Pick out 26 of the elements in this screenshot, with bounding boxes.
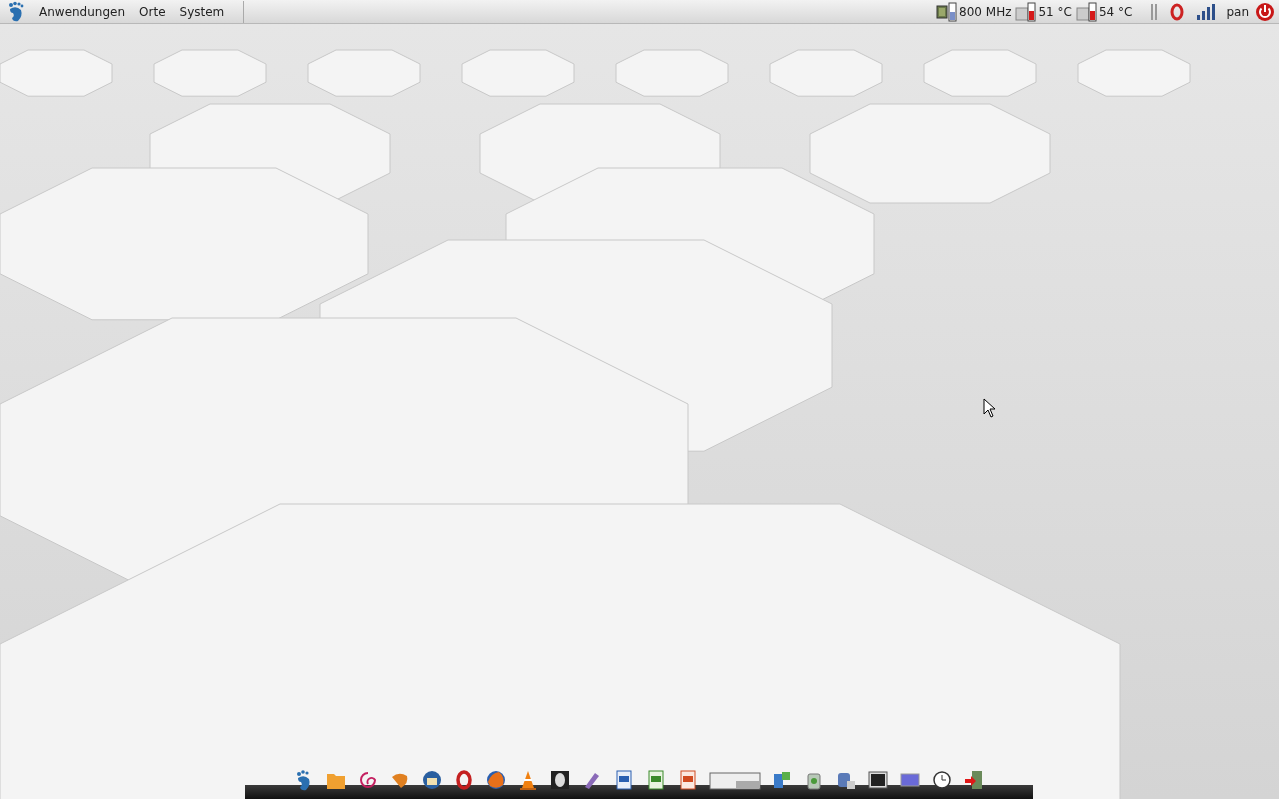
mouse-cursor-icon <box>983 398 997 418</box>
globe-icon[interactable] <box>485 769 507 791</box>
exit-icon[interactable] <box>963 769 985 791</box>
spreadsheet-icon[interactable] <box>645 769 667 791</box>
terminal-icon[interactable] <box>867 769 889 791</box>
presentation-icon[interactable] <box>677 769 699 791</box>
power-icon[interactable] <box>1255 1 1275 22</box>
indicator-text: 51 °C <box>1038 4 1072 19</box>
desktop-preview-icon[interactable] <box>709 769 761 791</box>
menu-item[interactable]: Anwendungen <box>32 4 133 19</box>
swirl-icon[interactable] <box>357 769 379 791</box>
document-icon[interactable] <box>613 769 635 791</box>
mail-icon[interactable] <box>421 769 443 791</box>
traffic-cone-icon[interactable] <box>517 769 539 791</box>
menu-item[interactable]: System <box>172 4 232 19</box>
indicator-text: 800 MHz <box>959 4 1012 19</box>
menu-item[interactable]: Orte <box>132 4 173 19</box>
user-name[interactable]: pan <box>1226 4 1249 19</box>
thermometer-icon <box>1015 1 1038 22</box>
ring-icon[interactable] <box>453 769 475 791</box>
handle-icon[interactable] <box>1150 2 1159 21</box>
window-icon[interactable] <box>771 769 793 791</box>
indicator-text: 54 °C <box>1098 4 1133 19</box>
signal-icon[interactable] <box>1196 2 1217 21</box>
chip-icon <box>936 1 959 22</box>
thermometer-icon <box>1075 1 1098 22</box>
